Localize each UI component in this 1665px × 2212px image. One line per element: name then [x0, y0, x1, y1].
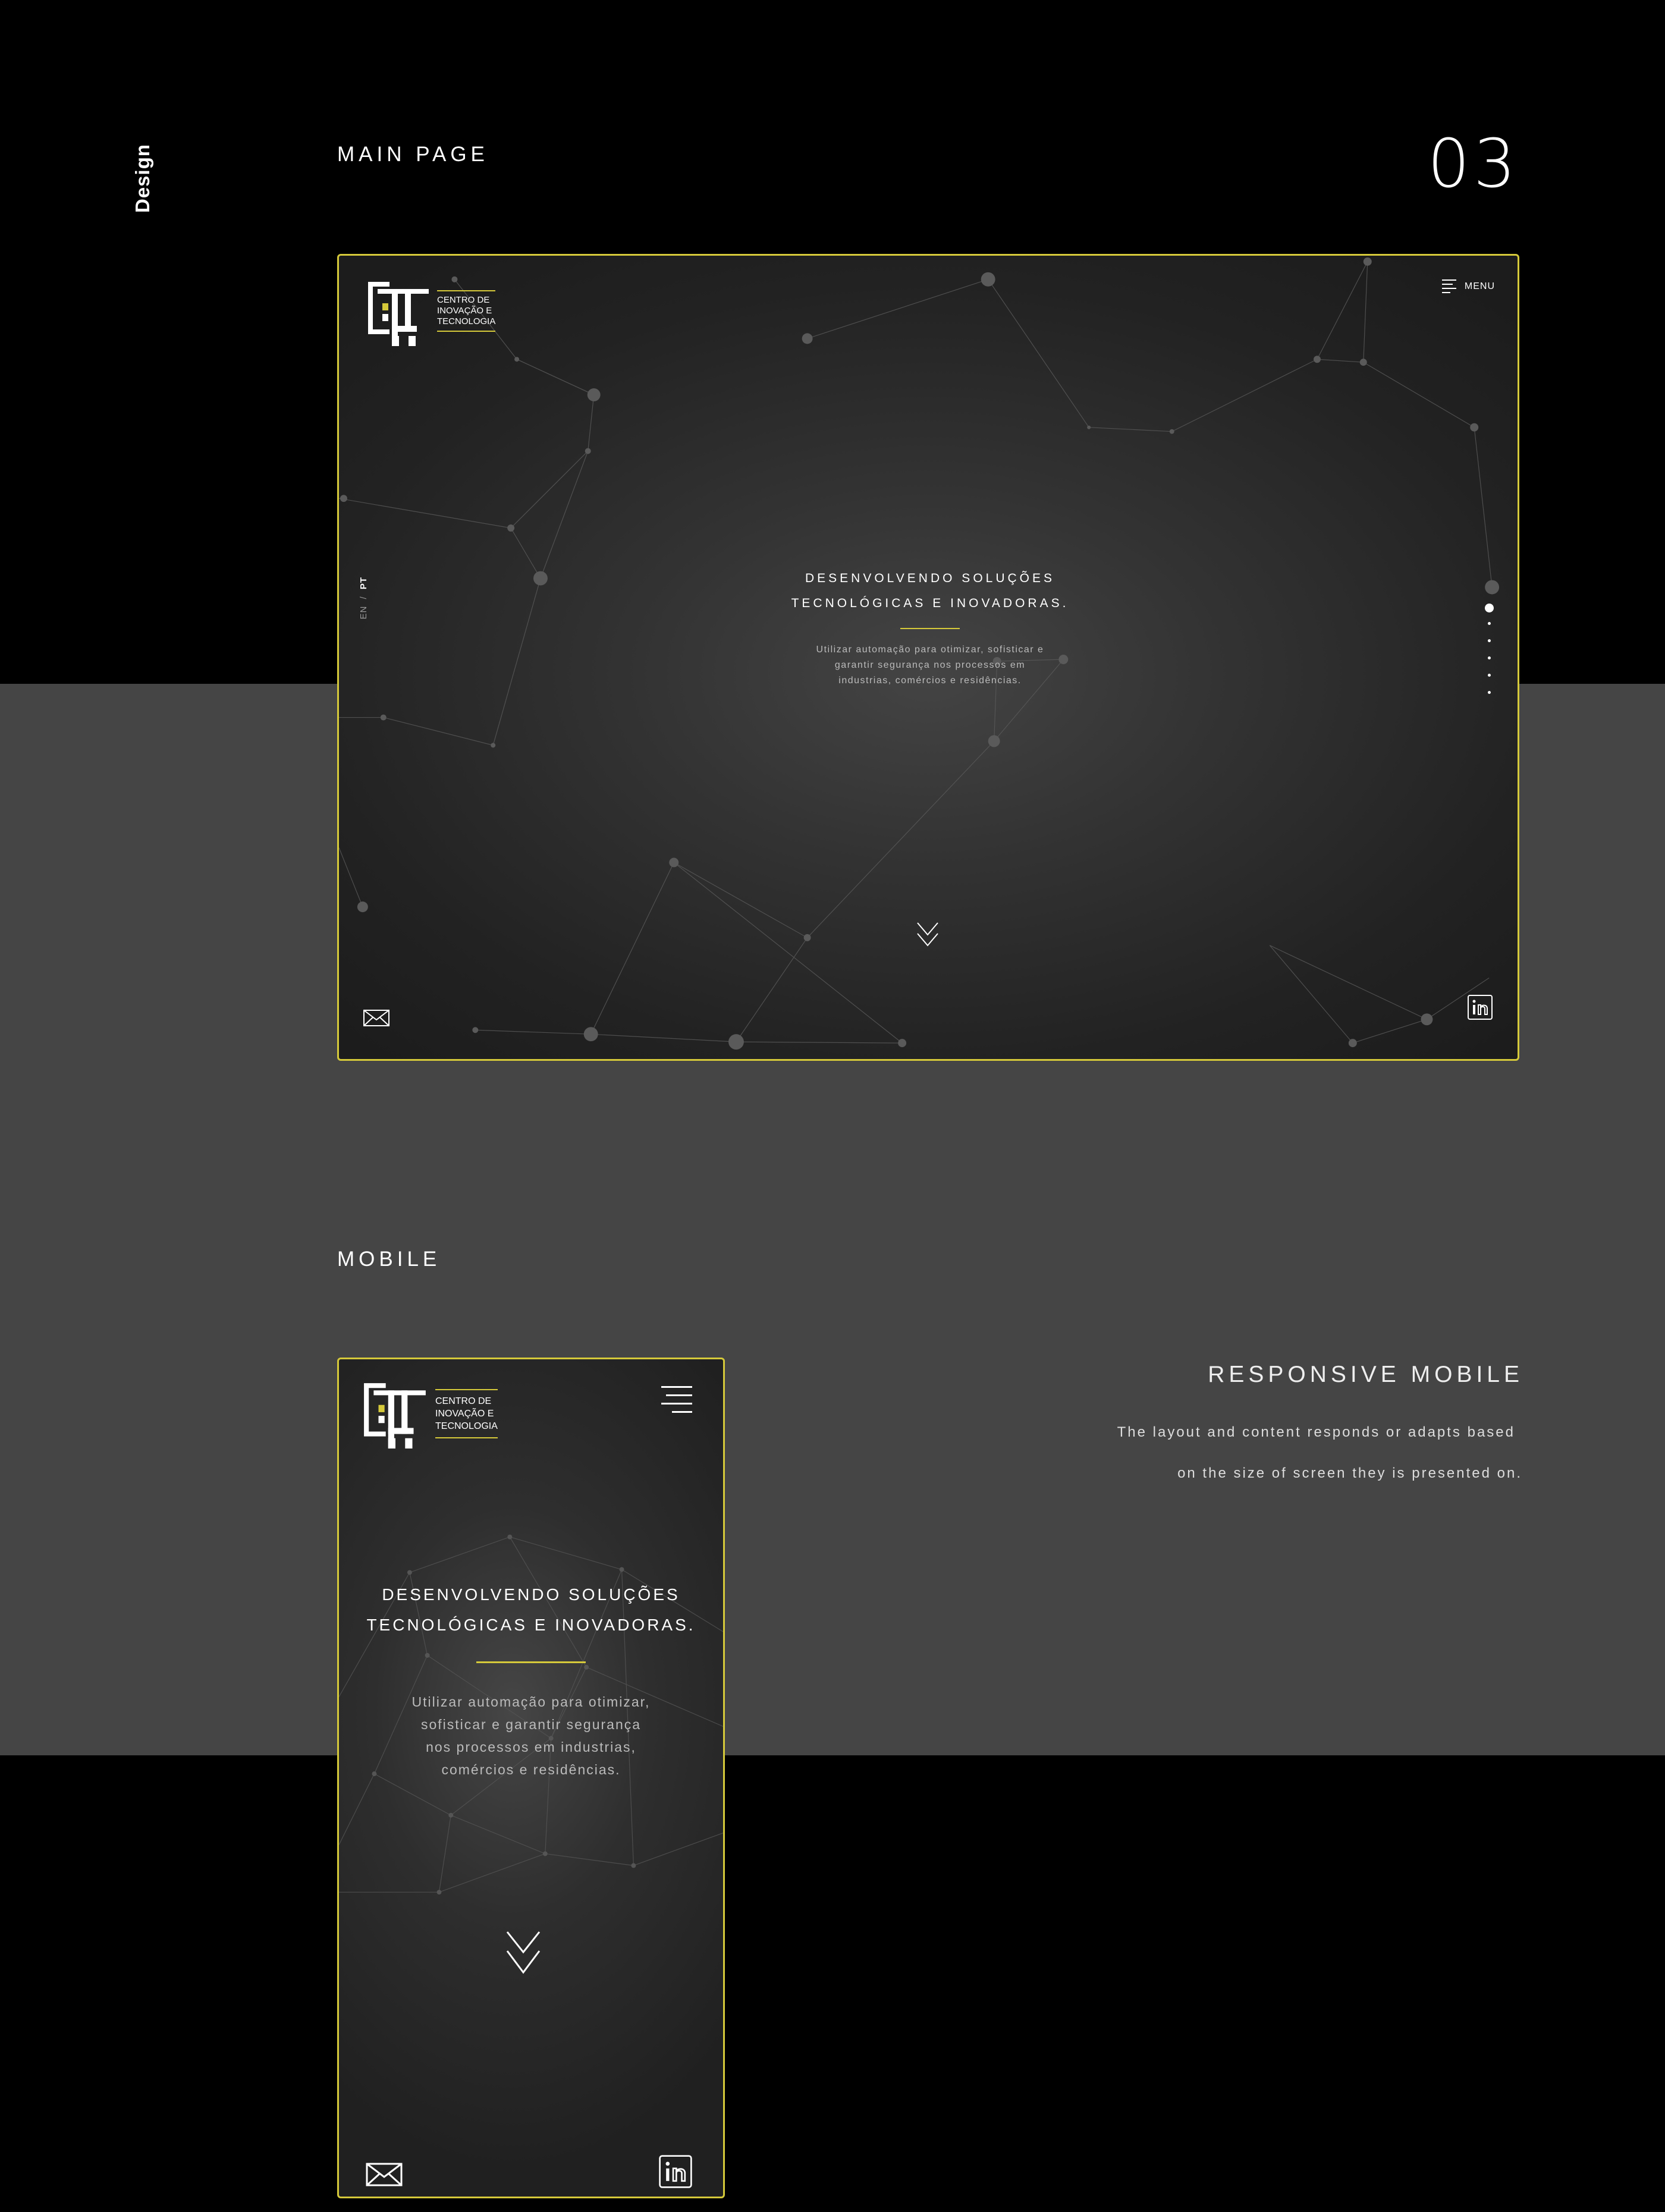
- brand-line-2: INOVAÇÃO E: [435, 1409, 494, 1419]
- lang-separator: /: [359, 596, 369, 599]
- hero-title: DESENVOLVENDO SOLUÇÕES TECNOLÓGICAS E IN…: [339, 1579, 723, 1640]
- linkedin-icon[interactable]: [658, 2154, 693, 2189]
- desktop-mockup: CENTRO DE INOVAÇÃO E TECNOLOGIA MENU EN …: [337, 254, 1519, 1061]
- pagination-dot[interactable]: [1488, 674, 1491, 677]
- slide-pagination: [1485, 604, 1494, 694]
- logo-text: CENTRO DE INOVAÇÃO E TECNOLOGIA: [435, 1389, 498, 1438]
- menu-label: MENU: [1464, 281, 1495, 291]
- responsive-title: RESPONSIVE MOBILE: [1208, 1362, 1523, 1387]
- brand-line-3: TECNOLOGIA: [435, 1421, 498, 1431]
- pagination-dot[interactable]: [1488, 656, 1491, 659]
- logo-icon: [368, 282, 429, 346]
- logo-icon: [364, 1383, 426, 1449]
- linkedin-icon[interactable]: [1467, 994, 1493, 1020]
- hero-desc-line-4: comércios e residências.: [441, 1762, 621, 1777]
- hero-title-line-1: DESENVOLVENDO SOLUÇÕES: [382, 1585, 680, 1604]
- logo-text: CENTRO DE INOVAÇÃO E TECNOLOGIA: [437, 290, 496, 332]
- hero-desc-line-2: garantir segurança nos processos em: [834, 660, 1026, 670]
- hero-title-line-1: DESENVOLVENDO SOLUÇÕES: [805, 571, 1055, 585]
- hero-divider: [476, 1661, 586, 1663]
- section-title-mobile: MOBILE: [337, 1248, 441, 1271]
- menu-button[interactable]: [661, 1386, 692, 1413]
- lang-pt[interactable]: PT: [359, 577, 369, 589]
- brand-line-2: INOVAÇÃO E: [437, 306, 492, 316]
- menu-button[interactable]: MENU: [1441, 279, 1495, 293]
- menu-icon: [661, 1386, 692, 1413]
- pagination-dot[interactable]: [1488, 622, 1491, 625]
- menu-icon: [1441, 279, 1456, 293]
- brand-line-3: TECNOLOGIA: [437, 316, 496, 326]
- pagination-dot[interactable]: [1488, 639, 1491, 642]
- hero: DESENVOLVENDO SOLUÇÕES TECNOLÓGICAS E IN…: [633, 566, 1227, 689]
- hero-desc-line-3: industrias, comércios e residências.: [838, 675, 1022, 686]
- hero: DESENVOLVENDO SOLUÇÕES TECNOLÓGICAS E IN…: [339, 1579, 723, 1781]
- side-label: Design: [131, 143, 153, 213]
- language-switcher: EN / PT: [359, 577, 369, 620]
- hero-desc-line-2: sofisticar e garantir segurança: [420, 1717, 642, 1732]
- responsive-text-line-2: on the size of screen they is presented …: [1177, 1465, 1522, 1481]
- brand-line-1: CENTRO DE: [435, 1396, 492, 1406]
- brand-logo[interactable]: CENTRO DE INOVAÇÃO E TECNOLOGIA: [362, 1381, 498, 1449]
- hero-desc-line-1: Utilizar automação para otimizar,: [411, 1694, 651, 1710]
- pagination-dot[interactable]: [1488, 691, 1491, 694]
- mail-icon[interactable]: [366, 2163, 403, 2186]
- lang-en[interactable]: EN: [359, 606, 369, 620]
- section-title-main: MAIN PAGE: [337, 143, 489, 166]
- mobile-mockup: CENTRO DE INOVAÇÃO E TECNOLOGIA DESENVOL…: [337, 1358, 725, 2198]
- hero-desc-line-1: Utilizar automação para otimizar, sofist…: [816, 645, 1044, 655]
- hero-title-line-2: TECNOLÓGICAS E INOVADORAS.: [791, 596, 1069, 610]
- hero-title-line-2: TECNOLÓGICAS E INOVADORAS.: [366, 1616, 696, 1634]
- hero-desc-line-3: nos processos em industrias,: [426, 1739, 636, 1755]
- page-number: 03: [1427, 125, 1519, 203]
- hero-description: Utilizar automação para otimizar, sofist…: [339, 1691, 723, 1781]
- mail-icon[interactable]: [363, 1009, 390, 1027]
- hero-title: DESENVOLVENDO SOLUÇÕES TECNOLÓGICAS E IN…: [633, 566, 1227, 616]
- hero-divider: [900, 628, 960, 629]
- brand-line-1: CENTRO DE: [437, 295, 490, 305]
- responsive-text-line-1: The layout and content responds or adapt…: [1117, 1424, 1515, 1440]
- chevron-down-icon[interactable]: [915, 920, 940, 949]
- chevron-down-icon[interactable]: [505, 1930, 542, 1976]
- hero-description: Utilizar automação para otimizar, sofist…: [633, 642, 1227, 689]
- pagination-dot-active[interactable]: [1485, 604, 1494, 612]
- brand-logo[interactable]: CENTRO DE INOVAÇÃO E TECNOLOGIA: [366, 279, 496, 346]
